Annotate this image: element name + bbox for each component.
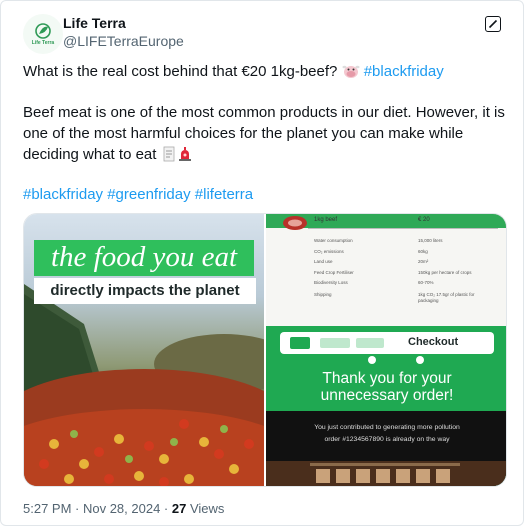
credit-card-icon xyxy=(290,337,310,349)
views-label: Views xyxy=(186,501,225,516)
receipt-rows: Water consumption 15,000 liters CO₂ emiss… xyxy=(314,236,500,304)
receipt-row-value: 150kg per hectare of crops xyxy=(418,269,472,275)
receipt-emoji-icon xyxy=(161,146,177,168)
cow-emoji-icon xyxy=(342,63,360,85)
receipt-row-value: 60-70% xyxy=(418,280,434,285)
tweet-para2-line3: deciding what to eat xyxy=(23,144,507,168)
order-info: You just contributed to generating more … xyxy=(266,422,506,446)
leaf-logo-icon xyxy=(35,23,51,39)
tweet-para2-line3-text: deciding what to eat xyxy=(23,146,161,163)
progress-dot xyxy=(368,356,376,364)
siren-emoji-icon xyxy=(177,146,193,168)
receipt-row-value: 20m² xyxy=(418,259,429,264)
receipt-row: CO₂ emissions 60kg xyxy=(314,247,500,258)
avatar-text: Life Terra xyxy=(31,40,55,46)
tweet-card: Life Terra Life Terra @LIFETerraEurope W… xyxy=(0,0,524,526)
views-count: 27 xyxy=(171,501,187,516)
receipt-row: Shipping 1kg CO₂ 17.5gr of plastic for pa… xyxy=(314,292,500,304)
receipt-price: € 20 xyxy=(418,217,430,223)
receipt-row-label: Water consumption xyxy=(314,238,353,243)
receipt-row-label: Feed Crop Fertiliser xyxy=(314,269,354,275)
cattle-barn-illustration xyxy=(266,461,506,486)
receipt-row-value: 15,000 liters xyxy=(418,238,443,243)
media-subtitle: directly impacts the planet xyxy=(34,278,256,304)
grok-icon[interactable] xyxy=(485,16,501,32)
tweet-para2-line2: one of the most harmful choices for the … xyxy=(23,125,464,142)
media-image-food-waste[interactable]: the food you eat directly impacts the pl… xyxy=(24,214,264,486)
tweet-para2-line1: Beef meat is one of the most common prod… xyxy=(23,104,505,121)
receipt-item: 1kg beef xyxy=(314,217,338,223)
thanks-line-1: Thank you for your xyxy=(322,370,452,387)
beef-steak-icon xyxy=(283,216,307,230)
checkout-label: Checkout xyxy=(408,336,459,348)
progress-dot xyxy=(416,356,424,364)
order-info-line-2: order #1234567890 is already on the way xyxy=(324,436,450,443)
receipt-row-value: 60kg xyxy=(418,248,428,254)
author-name[interactable]: Life Terra xyxy=(63,15,126,31)
receipt-row: Water consumption 15,000 liters xyxy=(314,236,500,247)
thanks-line-2: unnecessary order! xyxy=(320,387,454,404)
step-placeholder xyxy=(320,338,350,348)
hashtag-blackfriday[interactable]: #blackfriday xyxy=(364,63,444,80)
hashtag-greenfriday[interactable]: #greenfriday xyxy=(107,186,190,203)
receipt-divider xyxy=(308,228,498,229)
tweet-paragraph-2: Beef meat is one of the most common prod… xyxy=(23,102,507,168)
step-placeholder xyxy=(356,338,384,348)
thanks-message: Thank you for your unnecessary order! xyxy=(266,370,506,404)
receipt-row: Feed Crop Fertiliser 150kg per hectare of… xyxy=(314,268,500,279)
receipt-row-label: CO₂ emissions xyxy=(314,248,344,254)
receipt-row-label: Land use xyxy=(314,259,333,264)
media-image-checkout[interactable]: 1kg beef € 20 Water consumption 15,000 li… xyxy=(266,214,506,486)
slash-icon xyxy=(488,19,498,29)
timestamp[interactable]: 5:27 PM · Nov 28, 2024 · xyxy=(23,501,172,516)
checkout-bar: Checkout xyxy=(280,332,494,354)
receipt-row: Biodiversity Loss 60-70% xyxy=(314,278,500,289)
avatar[interactable]: Life Terra xyxy=(23,14,63,54)
tweet-line-1: What is the real cost behind that €20 1k… xyxy=(23,61,507,85)
author-handle[interactable]: @LIFETerraEurope xyxy=(63,33,184,49)
media-title: the food you eat xyxy=(34,240,254,276)
order-info-panel: You just contributed to generating more … xyxy=(266,411,506,486)
receipt-row: Land use 20m² xyxy=(314,257,500,268)
hashtag-lifeterra[interactable]: #lifeterra xyxy=(195,186,253,203)
hashtag-blackfriday-2[interactable]: #blackfriday xyxy=(23,186,103,203)
receipt-row-value: 1kg CO₂ 17.5gr of plastic for packaging xyxy=(418,291,475,303)
receipt-row-label: Shipping xyxy=(314,291,332,297)
tweet-hashtags: #blackfriday #greenfriday #lifeterra xyxy=(23,184,507,205)
receipt-row-label: Biodiversity Loss xyxy=(314,280,348,285)
order-info-line-1: You just contributed to generating more … xyxy=(314,424,460,431)
tweet-line1-text: What is the real cost behind that €20 1k… xyxy=(23,63,342,80)
media-grid: the food you eat directly impacts the pl… xyxy=(23,213,507,487)
tweet-meta: 5:27 PM · Nov 28, 2024 · 27 Views xyxy=(23,501,224,516)
